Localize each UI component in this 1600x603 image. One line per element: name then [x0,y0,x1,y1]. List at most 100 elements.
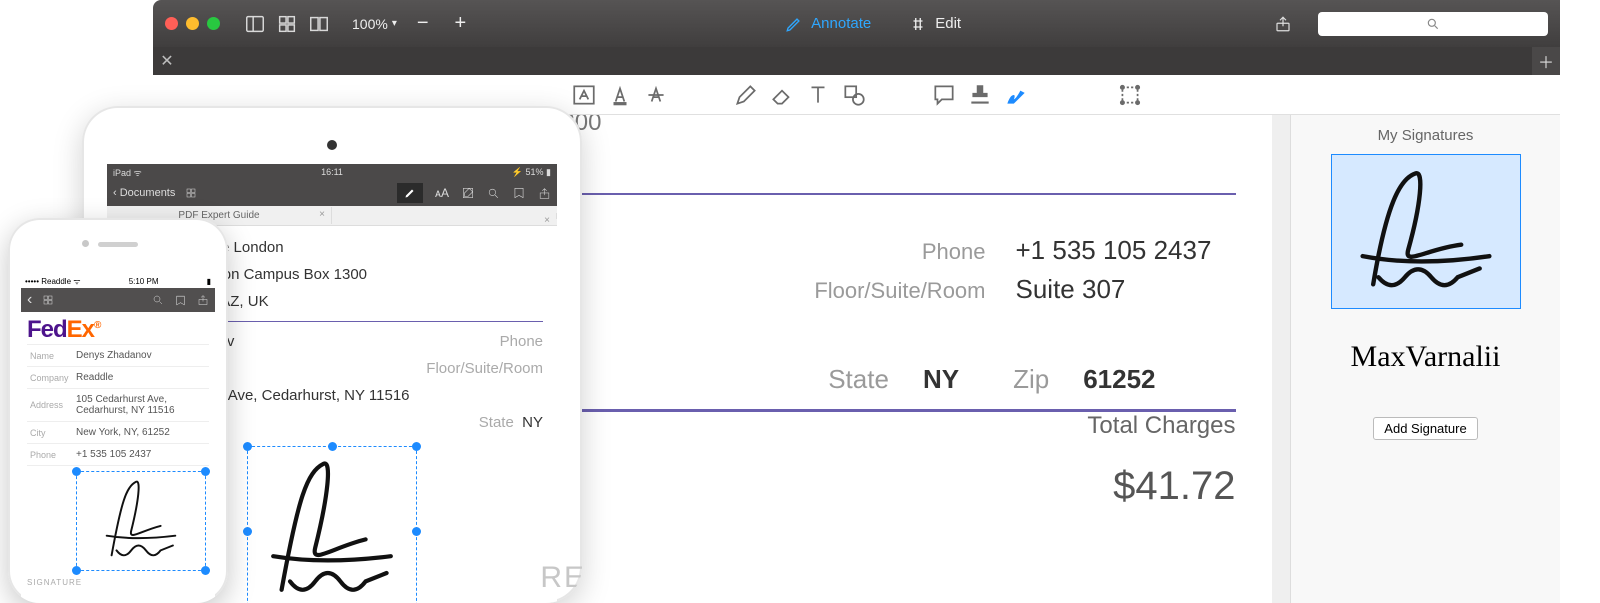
highlight-text-icon[interactable] [607,82,633,108]
signature-2-text: MaxVarnalii [1351,340,1501,374]
address-value: 105 Cedarhurst Ave, Cedarhurst, NY 11516 [73,389,209,422]
signatures-panel: My Signatures MaxVarnalii Add Signature [1290,115,1560,603]
ipad-signature-selection[interactable] [247,446,417,603]
city-value: New York, NY, 61252 [73,422,209,444]
phone-label: Phone [766,239,986,265]
ipad-cut-text: RE [540,561,582,595]
bookmark-icon[interactable] [174,294,187,307]
back-icon[interactable]: ‹ [27,291,32,309]
pen-icon[interactable] [733,82,759,108]
iphone-speaker-icon [98,242,138,247]
share-icon[interactable] [1274,13,1292,35]
iphone-document: FedEx® NameDenys Zhadanov CompanyReaddle… [21,312,215,591]
state-value: NY [923,364,959,395]
sidebar-toggle-icon[interactable] [244,13,266,35]
title-bar: 100% ▾ − + Annotate Edit UEBUG 下载站 .com [153,0,1560,47]
total-charges-label: Total Charges [1087,412,1235,440]
signatures-panel-title: My Signatures [1378,127,1474,144]
iphone-nav-bar: ‹ [21,288,215,312]
iphone-form-table: NameDenys Zhadanov CompanyReaddle Addres… [27,344,209,576]
tab-add-button[interactable]: ＋ [1532,47,1560,75]
ipad-tab-2[interactable]: × [332,213,557,219]
close-icon[interactable]: × [544,215,550,226]
signature-glyph [248,447,416,603]
stamp-icon[interactable] [967,82,993,108]
text-style-icon[interactable] [571,82,597,108]
compose-icon[interactable] [461,186,475,200]
shape-icon[interactable] [841,82,867,108]
ipad-status-bar: iPad ᯤ 16:11 ⚡ 51% ▮ [107,164,557,180]
zip-label: Zip [1013,364,1049,395]
floor-label: Floor/Suite/Room [766,278,986,304]
traffic-lights [165,17,220,30]
share-icon[interactable] [197,294,209,306]
annotate-label: Annotate [811,15,871,32]
phone-value: +1 535 105 2437 [73,444,209,466]
phone-value: +1 535 105 2437 [1016,235,1236,266]
iphone-signature-selection[interactable] [76,471,206,571]
zoom-dropdown[interactable]: 100% ▾ [352,16,397,32]
annotate-mode-button[interactable]: Annotate [785,15,871,33]
zoom-value: 100% [352,16,388,32]
two-page-view-icon[interactable] [308,13,330,35]
city-label: City [27,422,73,444]
iphone-time: 5:10 PM [129,277,159,286]
signature-footer-label: SIGNATURE [27,578,209,587]
signature-tool-icon[interactable] [1003,82,1029,108]
share-icon[interactable] [538,187,551,200]
text-tool-icon[interactable] [805,82,831,108]
ipad-floor-lbl: Floor/Suite/Room [426,360,543,377]
name-value: Denys Zhadanov [73,345,209,367]
address-label: Address [27,389,73,422]
ipad-phone-lbl: Phone [500,333,543,350]
iphone-screen: ••••• Readdle ᯤ 5:10 PM ▮ ‹ FedEx® NameD… [21,274,215,603]
search-icon[interactable] [487,187,500,200]
ipad-status-time: 16:11 [107,167,557,177]
fedex-logo: FedEx® [27,316,209,344]
ipad-nav-bar: ‹ Documents ᴀA [107,180,557,206]
window-zoom-button[interactable] [207,17,220,30]
bookmark-icon[interactable] [512,186,526,200]
search-icon[interactable] [152,294,164,306]
signature-thumb-1[interactable] [1331,154,1521,309]
signature-glyph [77,472,205,570]
zoom-in-button[interactable]: + [449,12,473,35]
edit-mode-button[interactable]: Edit [909,15,961,33]
window-minimize-button[interactable] [186,17,199,30]
signature-glyph [1338,161,1514,302]
back-button[interactable]: ‹ Documents [113,187,175,199]
ipad-pen-button[interactable] [397,183,423,203]
company-value: Readdle [73,367,209,389]
close-icon[interactable]: × [319,209,325,220]
chevron-down-icon: ▾ [392,18,397,29]
state-label: State [828,364,889,395]
text-size-icon[interactable]: ᴀA [435,186,449,200]
grid-icon[interactable] [42,294,54,306]
window-close-button[interactable] [165,17,178,30]
note-icon[interactable] [931,82,957,108]
floor-value: Suite 307 [1016,274,1236,305]
tab-strip: ✕ ＋ [153,47,1560,75]
iphone-device: ••••• Readdle ᯤ 5:10 PM ▮ ‹ FedEx® NameD… [8,218,228,603]
total-charges-value: $41.72 [1087,464,1235,509]
zoom-controls: 100% ▾ − + [352,12,472,35]
tab-close-button[interactable]: ✕ [153,47,181,75]
phone-label: Phone [27,444,73,466]
name-label: Name [27,345,73,367]
iphone-camera-icon [82,240,89,247]
search-input[interactable] [1318,12,1548,36]
grid-view-icon[interactable] [276,13,298,35]
iphone-status-bar: ••••• Readdle ᯤ 5:10 PM ▮ [21,274,215,288]
add-signature-button[interactable]: Add Signature [1373,417,1477,440]
company-label: Company [27,367,73,389]
grid-icon[interactable] [185,187,197,199]
signature-thumb-2[interactable]: MaxVarnalii [1331,327,1521,387]
edit-label: Edit [935,15,961,32]
iphone-battery-icon: ▮ [207,277,211,286]
eraser-icon[interactable] [769,82,795,108]
strikethrough-icon[interactable] [643,82,669,108]
zoom-out-button[interactable]: − [411,12,435,35]
ipad-camera-icon [327,140,337,150]
zip-value: 61252 [1083,364,1155,395]
select-icon[interactable] [1117,82,1143,108]
